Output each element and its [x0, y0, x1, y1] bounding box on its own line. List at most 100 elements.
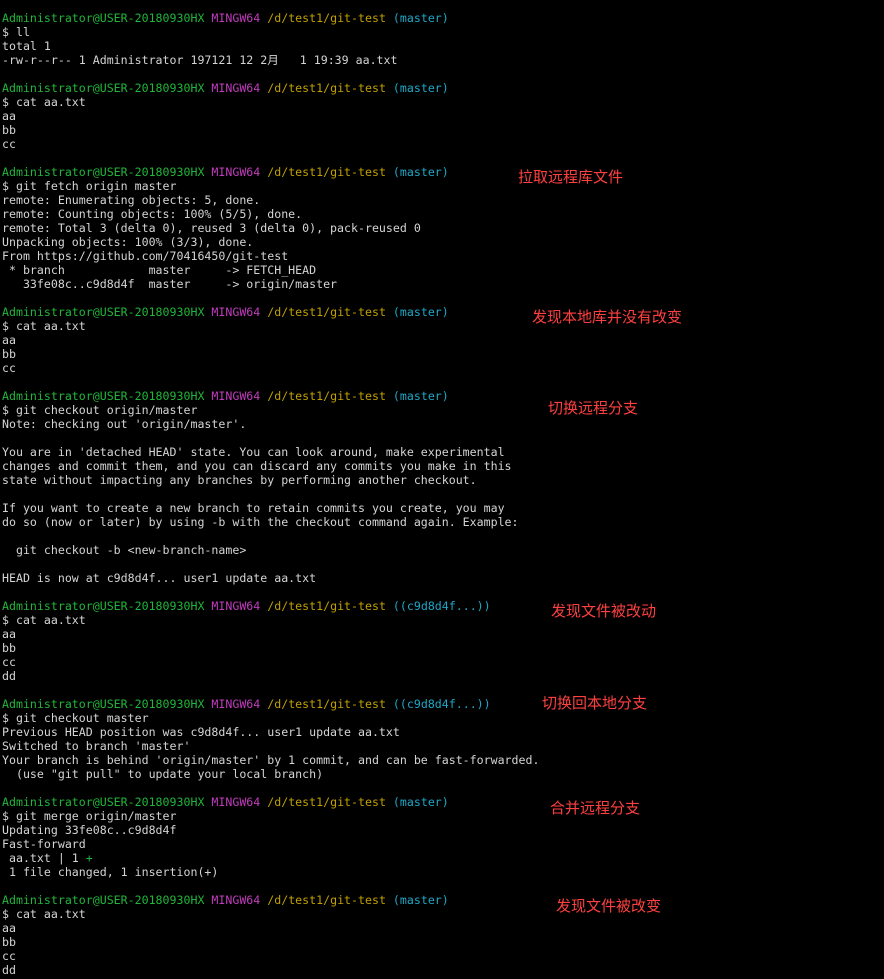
prompt-branch: (master) — [392, 893, 449, 907]
prompt-user: Administrator@USER-20180930HX — [2, 893, 205, 907]
prompt-line: Administrator@USER-20180930HX MINGW64 /d… — [2, 697, 882, 711]
prompt-host: MINGW64 — [211, 389, 261, 403]
output-line: (use "git pull" to update your local bra… — [2, 767, 324, 781]
output-line: $ cat aa.txt — [2, 319, 86, 333]
prompt-user: Administrator@USER-20180930HX — [2, 11, 205, 25]
output-line: state without impacting any branches by … — [2, 473, 477, 487]
output-line: * branch master -> FETCH_HEAD — [2, 263, 317, 277]
output-line: cc — [2, 949, 16, 963]
prompt-branch: (master) — [392, 11, 449, 25]
annotation-fetch-remote: 拉取远程库文件 — [518, 168, 624, 186]
diffstat-text: aa.txt | 1 — [2, 851, 86, 865]
output-line: $ cat aa.txt — [2, 613, 86, 627]
annotation-merge-remote: 合并远程分支 — [550, 799, 641, 817]
prompt-branch: (master) — [392, 305, 449, 319]
prompt-path: /d/test1/git-test — [267, 795, 386, 809]
prompt-branch: (master) — [392, 795, 449, 809]
prompt-branch: (master) — [392, 165, 449, 179]
prompt-branch: ((c9d8d4f...)) — [392, 599, 491, 613]
prompt-branch: (master) — [392, 389, 449, 403]
output-line: Unpacking objects: 100% (3/3), done. — [2, 235, 254, 249]
output-line: remote: Total 3 (delta 0), reused 3 (del… — [2, 221, 421, 235]
output-line: Updating 33fe08c..c9d8d4f — [2, 823, 177, 837]
prompt-user: Administrator@USER-20180930HX — [2, 795, 205, 809]
prompt-user: Administrator@USER-20180930HX — [2, 165, 205, 179]
prompt-host: MINGW64 — [211, 11, 261, 25]
diffstat-plus: + — [85, 851, 93, 865]
output-line: dd — [2, 669, 16, 683]
prompt-host: MINGW64 — [211, 165, 261, 179]
output-line: Previous HEAD position was c9d8d4f... us… — [2, 725, 400, 739]
prompt-branch: (master) — [392, 81, 449, 95]
output-line: bb — [2, 935, 16, 949]
output-line: bb — [2, 123, 16, 137]
annotation-switch-remote: 切换远程分支 — [548, 399, 639, 417]
output-line: $ cat aa.txt — [2, 95, 86, 109]
output-line: $ cat aa.txt — [2, 907, 86, 921]
output-line: $ git checkout master — [2, 711, 149, 725]
prompt-user: Administrator@USER-20180930HX — [2, 305, 205, 319]
prompt-path: /d/test1/git-test — [267, 305, 386, 319]
output-line: $ ll — [2, 25, 30, 39]
output-line: If you want to create a new branch to re… — [2, 501, 505, 515]
prompt-line: Administrator@USER-20180930HX MINGW64 /d… — [2, 893, 882, 907]
prompt-line: Administrator@USER-20180930HX MINGW64 /d… — [2, 81, 882, 95]
prompt-line: Administrator@USER-20180930HX MINGW64 /d… — [2, 165, 882, 179]
output-line: 1 file changed, 1 insertion(+) — [2, 865, 219, 879]
prompt-path: /d/test1/git-test — [267, 389, 386, 403]
diffstat-line: aa.txt | 1 + — [2, 851, 882, 865]
prompt-path: /d/test1/git-test — [267, 165, 386, 179]
output-line: cc — [2, 655, 16, 669]
prompt-line: Administrator@USER-20180930HX MINGW64 /d… — [2, 11, 882, 25]
prompt-line: Administrator@USER-20180930HX MINGW64 /d… — [2, 795, 882, 809]
prompt-line: Administrator@USER-20180930HX MINGW64 /d… — [2, 305, 882, 319]
prompt-branch: ((c9d8d4f...)) — [392, 697, 491, 711]
prompt-host: MINGW64 — [211, 795, 261, 809]
output-line: cc — [2, 361, 16, 375]
prompt-path: /d/test1/git-test — [267, 599, 386, 613]
output-line: From https://github.com/70416450/git-tes… — [2, 249, 289, 263]
prompt-host: MINGW64 — [211, 599, 261, 613]
annotation-file-changed: 发现文件被改变 — [556, 897, 662, 915]
output-line: -rw-r--r-- 1 Administrator 197121 12 2月 … — [2, 53, 398, 67]
output-line: $ git checkout origin/master — [2, 403, 198, 417]
output-line: aa — [2, 333, 16, 347]
annotation-file-modified: 发现文件被改动 — [551, 602, 657, 620]
output-line: Your branch is behind 'origin/master' by… — [2, 753, 540, 767]
output-line: You are in 'detached HEAD' state. You ca… — [2, 445, 505, 459]
prompt-line: Administrator@USER-20180930HX MINGW64 /d… — [2, 599, 882, 613]
output-line: dd — [2, 963, 16, 977]
output-line: git checkout -b <new-branch-name> — [2, 543, 247, 557]
output-line: $ git fetch origin master — [2, 179, 177, 193]
prompt-path: /d/test1/git-test — [267, 893, 386, 907]
output-line: bb — [2, 641, 16, 655]
prompt-host: MINGW64 — [211, 81, 261, 95]
output-line: remote: Counting objects: 100% (5/5), do… — [2, 207, 303, 221]
terminal-output[interactable]: Administrator@USER-20180930HX MINGW64 /d… — [2, 11, 882, 977]
output-line: Note: checking out 'origin/master'. — [2, 417, 247, 431]
prompt-host: MINGW64 — [211, 697, 261, 711]
output-line: aa — [2, 921, 16, 935]
prompt-path: /d/test1/git-test — [267, 697, 386, 711]
prompt-path: /d/test1/git-test — [267, 81, 386, 95]
annotation-local-unchanged: 发现本地库并没有改变 — [532, 308, 683, 326]
output-line: do so (now or later) by using -b with th… — [2, 515, 519, 529]
prompt-user: Administrator@USER-20180930HX — [2, 389, 205, 403]
prompt-user: Administrator@USER-20180930HX — [2, 81, 205, 95]
prompt-path: /d/test1/git-test — [267, 11, 386, 25]
output-line: Switched to branch 'master' — [2, 739, 191, 753]
terminal-window[interactable]: { "colors": { "background": "#000000", "… — [0, 0, 884, 979]
prompt-host: MINGW64 — [211, 893, 261, 907]
output-line: cc — [2, 137, 16, 151]
output-line: remote: Enumerating objects: 5, done. — [2, 193, 261, 207]
